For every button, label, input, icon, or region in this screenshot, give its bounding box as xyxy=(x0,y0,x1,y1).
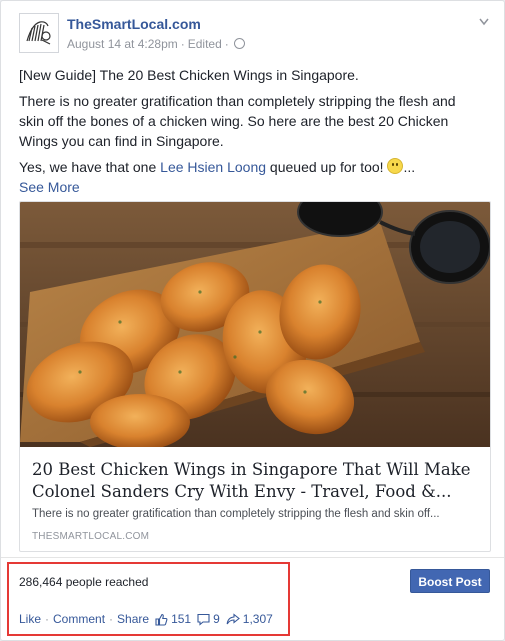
attachment-description: There is no greater gratification than c… xyxy=(32,508,440,520)
globe-icon[interactable] xyxy=(233,38,245,49)
attachment-image[interactable] xyxy=(20,202,490,447)
post-text-paragraph: There is no greater gratification than c… xyxy=(19,93,456,149)
attachment-domain: THESMARTLOCAL.COM xyxy=(32,531,150,542)
chevron-down-icon[interactable] xyxy=(479,15,489,26)
post-text-line: [New Guide] The 20 Best Chicken Wings in… xyxy=(19,67,359,83)
boost-post-button[interactable]: Boost Post xyxy=(410,569,490,593)
post-text-suffix: queued up for too! xyxy=(266,159,388,175)
post-text-line: Yes, we have that one Lee Hsien Loong qu… xyxy=(19,157,481,177)
avatar-icon xyxy=(26,21,51,45)
post-text-ellipsis: ... xyxy=(403,159,416,175)
attachment-title[interactable]: 20 Best Chicken Wings in Singapore That … xyxy=(32,459,478,503)
post-header: TheSmartLocal.com August 14 at 4:28pm · Ed… xyxy=(19,13,489,55)
post-text: [New Guide] The 20 Best Chicken Wings in… xyxy=(19,65,481,197)
divider xyxy=(1,557,504,558)
mention-link[interactable]: Lee Hsien Loong xyxy=(160,159,266,175)
page-avatar[interactable] xyxy=(19,13,59,53)
post-card: TheSmartLocal.com August 14 at 4:28pm · Ed… xyxy=(0,0,505,641)
highlight-box xyxy=(7,562,290,636)
post-meta: August 14 at 4:28pm · Edited · xyxy=(67,37,245,51)
page-name-link[interactable]: TheSmartLocal.com xyxy=(67,16,201,32)
post-text-prefix: Yes, we have that one xyxy=(19,159,161,175)
link-attachment[interactable]: 20 Best Chicken Wings in Singapore That … xyxy=(19,201,491,552)
see-more-link[interactable]: See More xyxy=(19,177,481,197)
edited-label[interactable]: Edited xyxy=(188,37,222,51)
smiley-icon xyxy=(387,158,404,174)
post-date[interactable]: August 14 at 4:28pm xyxy=(67,37,178,51)
